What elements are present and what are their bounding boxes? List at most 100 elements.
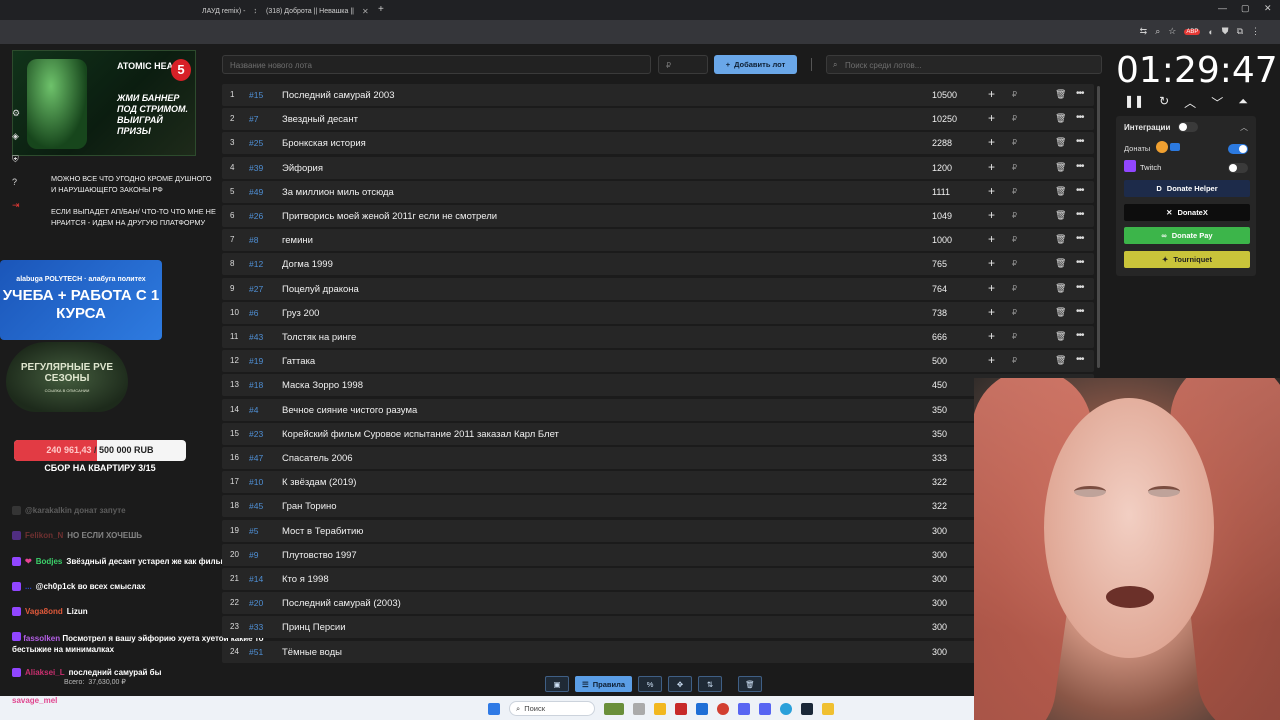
lot-id-link[interactable]: #9 — [249, 550, 258, 560]
donatex-button[interactable]: ✕ DonateX — [1124, 204, 1250, 221]
ruble-icon[interactable]: ₽ — [1012, 90, 1017, 99]
eye-icon[interactable]: ◐ — [1208, 27, 1213, 37]
more-options-icon[interactable]: ••• — [1076, 88, 1084, 99]
trash-icon[interactable]: 🗑 — [1055, 331, 1066, 342]
more-options-icon[interactable]: ••• — [1076, 209, 1084, 220]
ruble-icon[interactable]: ₽ — [1012, 187, 1017, 196]
browser-tab[interactable]: ЛАУД remix) - ✕ — [196, 3, 256, 20]
lot-name[interactable]: Мост в Терабитию — [282, 526, 363, 537]
lot-id-link[interactable]: #18 — [249, 380, 263, 390]
lot-id-link[interactable]: #10 — [249, 477, 263, 487]
trash-icon[interactable]: 🗑 — [1055, 234, 1066, 245]
ruble-icon[interactable]: ₽ — [1012, 284, 1017, 293]
file-explorer-icon[interactable] — [654, 702, 666, 715]
lot-row[interactable]: 1 #15 Последний самурай 2003 10500 + ₽ 🗑 ••• — [222, 84, 1094, 106]
add-amount-button[interactable]: + — [988, 160, 995, 174]
puzzle-icon[interactable]: ⧉ — [1237, 26, 1243, 37]
close-icon[interactable]: ✕ — [362, 7, 369, 16]
lot-row[interactable]: 24 #51 Тёмные воды 300 — [222, 640, 1094, 663]
lot-row[interactable]: 5 #49 За миллион миль отсюда 1111 + ₽ 🗑 ••• — [222, 180, 1094, 203]
lot-row[interactable]: 9 #27 Поцелуй дракона 764 + ₽ 🗑 ••• — [222, 277, 1094, 300]
lot-id-link[interactable]: #12 — [249, 259, 263, 269]
trash-icon[interactable]: 🗑 — [1055, 162, 1066, 173]
lot-name[interactable]: Поцелуй дракона — [282, 284, 359, 295]
lot-id-link[interactable]: #4 — [249, 405, 258, 415]
lot-name[interactable]: Гран Торино — [282, 501, 337, 512]
more-options-icon[interactable]: ••• — [1076, 185, 1084, 196]
lot-row[interactable]: 10 #6 Груз 200 738 + ₽ 🗑 ••• — [222, 301, 1094, 324]
add-amount-button[interactable]: + — [988, 353, 995, 367]
discord-icon[interactable] — [759, 702, 771, 715]
lot-name-input[interactable]: Название нового лота — [222, 55, 651, 74]
discord-icon[interactable] — [738, 702, 750, 715]
donate-pay-button[interactable]: ∞ Donate Pay — [1124, 227, 1250, 244]
lot-id-link[interactable]: #43 — [249, 332, 263, 342]
lot-row[interactable]: 11 #43 Толстяк на ринге 666 + ₽ 🗑 ••• — [222, 326, 1094, 348]
taskbar-search[interactable]: ⌕ Поиск — [509, 701, 595, 716]
lot-name[interactable]: Принц Персии — [282, 622, 346, 633]
more-options-icon[interactable]: ••• — [1076, 161, 1084, 172]
lot-row[interactable]: 6 #26 Притворись моей женой 2011г если не … — [222, 205, 1094, 227]
lot-id-link[interactable]: #7 — [249, 114, 258, 124]
app-icon[interactable] — [696, 702, 708, 715]
more-options-icon[interactable]: ••• — [1076, 306, 1084, 317]
donations-toggle[interactable] — [1228, 144, 1248, 154]
double-chevron-up-icon[interactable]: ⏶ — [1238, 94, 1248, 111]
maximize-button[interactable]: ▢ — [1241, 3, 1250, 14]
ad-banner[interactable]: ATOMIC HEART 5 ЖМИ БАННЕР ПОД СТРИМОМ. В… — [12, 50, 196, 156]
lot-name[interactable]: Маска Зорро 1998 — [282, 380, 363, 391]
lot-name[interactable]: Гаттака — [282, 356, 315, 367]
lot-row[interactable]: 13 #18 Маска Зорро 1998 450 — [222, 374, 1094, 397]
collapse-icon[interactable]: ︿ — [1240, 122, 1248, 133]
tourniquet-button[interactable]: ✦ Tourniquet — [1124, 251, 1250, 268]
lot-id-link[interactable]: #26 — [249, 211, 263, 221]
ruble-icon[interactable]: ₽ — [1012, 114, 1017, 123]
lot-row[interactable]: 4 #39 Эйфория 1200 + ₽ 🗑 ••• — [222, 156, 1094, 179]
lot-id-link[interactable]: #39 — [249, 163, 263, 173]
lot-name[interactable]: Тёмные воды — [282, 647, 342, 658]
lot-row[interactable]: 7 #8 гемини 1000 + ₽ 🗑 ••• — [222, 229, 1094, 252]
add-amount-button[interactable]: + — [988, 208, 995, 222]
lot-row[interactable]: 14 #4 Вечное сияние чистого разума 350 — [222, 398, 1094, 421]
more-options-icon[interactable]: ••• — [1076, 257, 1084, 268]
add-lot-button[interactable]: + Добавить лот — [714, 55, 797, 74]
lot-id-link[interactable]: #27 — [249, 284, 263, 294]
lot-id-link[interactable]: #14 — [249, 574, 263, 584]
lot-row[interactable]: 12 #19 Гаттака 500 + ₽ 🗑 ••• — [222, 350, 1094, 373]
trash-icon[interactable]: 🗑 — [1055, 89, 1066, 100]
lot-id-link[interactable]: #15 — [249, 90, 263, 100]
ruble-icon[interactable]: ₽ — [1012, 235, 1017, 244]
lot-name[interactable]: За миллион миль отсюда — [282, 187, 394, 198]
lot-name[interactable]: Догма 1999 — [282, 259, 333, 270]
more-options-icon[interactable]: ••• — [1076, 112, 1084, 123]
move-button[interactable]: ✥ — [668, 676, 693, 692]
add-amount-button[interactable]: + — [988, 135, 995, 149]
twitch-toggle[interactable] — [1228, 163, 1248, 173]
lot-id-link[interactable]: #45 — [249, 501, 263, 511]
sort-button[interactable]: ⇅ — [698, 676, 723, 692]
lot-name[interactable]: Бронкская история — [282, 138, 366, 149]
ruble-icon[interactable]: ₽ — [1012, 211, 1017, 220]
pause-icon[interactable]: ❚❚ — [1124, 94, 1144, 111]
add-amount-button[interactable]: + — [988, 281, 995, 295]
trash-icon[interactable]: 🗑 — [1055, 210, 1066, 221]
donate-helper-button[interactable]: D Donate Helper — [1124, 180, 1250, 197]
add-amount-button[interactable]: + — [988, 329, 995, 343]
lot-row[interactable]: 20 #9 Плутовство 1997 300 — [222, 543, 1094, 566]
chrome-icon[interactable] — [717, 702, 729, 715]
lot-name[interactable]: Вечное сияние чистого разума — [282, 405, 417, 416]
lot-row[interactable]: 3 #25 Бронкская история 2288 + ₽ 🗑 ••• — [222, 132, 1094, 155]
windows-start-icon[interactable] — [488, 702, 500, 715]
add-amount-button[interactable]: + — [988, 87, 995, 101]
add-amount-button[interactable]: + — [988, 256, 995, 270]
archive-button[interactable]: ▣ — [545, 676, 569, 692]
reset-icon[interactable]: ↻ — [1159, 94, 1169, 111]
trash-icon[interactable]: 🗑 — [1055, 137, 1066, 148]
lot-row[interactable]: 21 #14 Кто я 1998 300 — [222, 568, 1094, 590]
lot-name[interactable]: Последний самурай (2003) — [282, 598, 401, 609]
more-options-icon[interactable]: ••• — [1076, 282, 1084, 293]
lot-id-link[interactable]: #49 — [249, 187, 263, 197]
ruble-icon[interactable]: ₽ — [1012, 163, 1017, 172]
lot-name[interactable]: Притворись моей женой 2011г если не смот… — [282, 211, 497, 222]
lot-name[interactable]: Эйфория — [282, 163, 323, 174]
